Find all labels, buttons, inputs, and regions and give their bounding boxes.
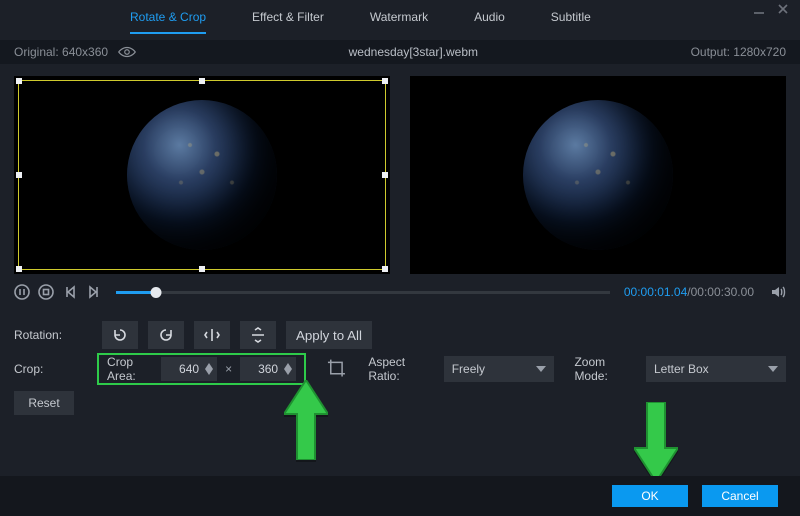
preview-row xyxy=(0,64,800,274)
crop-area-group: Crop Area: × xyxy=(97,353,306,385)
tab-effect-filter[interactable]: Effect & Filter xyxy=(252,10,324,32)
aspect-ratio-label: Aspect Ratio: xyxy=(368,355,435,383)
crop-label: Crop: xyxy=(14,362,97,376)
seek-knob[interactable] xyxy=(150,287,161,298)
tab-audio[interactable]: Audio xyxy=(474,10,505,32)
eye-icon[interactable] xyxy=(118,46,136,58)
tab-watermark[interactable]: Watermark xyxy=(370,10,428,32)
next-frame-icon[interactable] xyxy=(86,284,102,300)
stop-icon[interactable] xyxy=(38,284,54,300)
flip-vertical-button[interactable] xyxy=(240,321,276,349)
minimize-icon[interactable] xyxy=(752,2,766,16)
crop-width-input[interactable] xyxy=(161,357,217,381)
multiply-icon: × xyxy=(225,362,232,376)
info-bar: Original: 640x360 wednesday[3star].webm … xyxy=(0,40,800,64)
zoom-mode-label: Zoom Mode: xyxy=(574,355,638,383)
tab-subtitle[interactable]: Subtitle xyxy=(551,10,591,32)
reset-button[interactable]: Reset xyxy=(14,391,74,415)
chevron-down-icon xyxy=(768,364,778,374)
rotate-cw-button[interactable] xyxy=(148,321,184,349)
crop-rectangle[interactable] xyxy=(18,80,386,270)
controls-panel: Rotation: Apply to All Crop: Crop Area: … xyxy=(0,304,800,420)
seek-bar[interactable] xyxy=(116,291,610,294)
crop-height-field[interactable] xyxy=(248,362,278,376)
timecode: 00:00:01.04/00:00:30.00 xyxy=(624,285,754,299)
original-label: Original: 640x360 xyxy=(14,45,108,59)
aspect-ratio-select[interactable]: Freely xyxy=(444,356,554,382)
apply-to-all-button[interactable]: Apply to All xyxy=(286,321,372,349)
crop-area-label: Crop Area: xyxy=(107,355,153,383)
spin-down-icon[interactable] xyxy=(205,369,213,375)
rotation-label: Rotation: xyxy=(14,328,102,342)
zoom-mode-select[interactable]: Letter Box xyxy=(646,356,786,382)
crop-tool-icon[interactable] xyxy=(327,358,348,380)
output-label: Output: 1280x720 xyxy=(691,45,786,59)
footer: OK Cancel xyxy=(0,476,800,516)
preview-original[interactable] xyxy=(14,76,390,274)
flip-horizontal-button[interactable] xyxy=(194,321,230,349)
preview-output xyxy=(410,76,786,274)
annotation-arrow xyxy=(284,380,328,463)
cancel-button[interactable]: Cancel xyxy=(702,485,778,507)
close-icon[interactable] xyxy=(776,2,790,16)
ok-button[interactable]: OK xyxy=(612,485,688,507)
transport-bar: 00:00:01.04/00:00:30.00 xyxy=(0,274,800,304)
filename: wednesday[3star].webm xyxy=(136,45,691,59)
spin-down-icon[interactable] xyxy=(284,369,292,375)
annotation-arrow xyxy=(634,402,678,485)
prev-frame-icon[interactable] xyxy=(62,284,78,300)
tabs-bar: Rotate & Crop Effect & Filter Watermark … xyxy=(0,0,800,40)
crop-width-field[interactable] xyxy=(169,362,199,376)
volume-icon[interactable] xyxy=(770,284,786,300)
chevron-down-icon xyxy=(536,364,546,374)
crop-height-input[interactable] xyxy=(240,357,296,381)
rotate-ccw-button[interactable] xyxy=(102,321,138,349)
earth-image xyxy=(523,100,673,250)
pause-icon[interactable] xyxy=(14,284,30,300)
tab-rotate-crop[interactable]: Rotate & Crop xyxy=(130,10,206,34)
